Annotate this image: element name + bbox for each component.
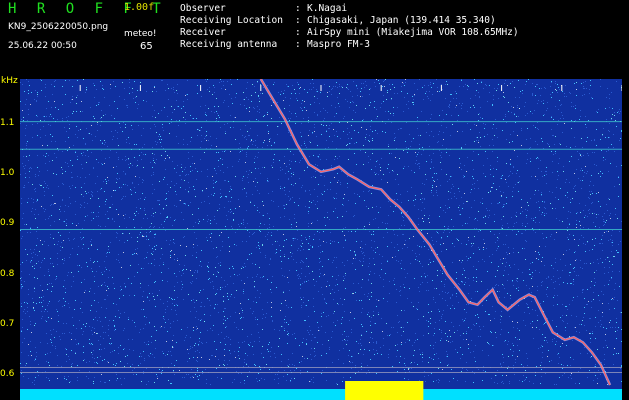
y-tick-label: 0.9 (0, 218, 15, 229)
app-version: 1.00f (124, 2, 155, 13)
file-name: KN9_2506220050.png (8, 22, 109, 32)
info-row-antenna: Receiving antenna: Maspro FM-3 (180, 39, 519, 51)
info-value: Maspro FM-3 (307, 39, 370, 50)
info-row-receiver: Receiver: AirSpy mini (Miakejima VOR 108.… (180, 27, 519, 39)
info-key: Receiving antenna (180, 39, 278, 50)
info-value: AirSpy mini (Miakejima VOR 108.65MHz) (307, 27, 519, 38)
bottom-bar-highlight (345, 381, 424, 400)
meteo-label: meteo! (124, 29, 157, 39)
info-row-location: Receiving Location: Chigasaki, Japan (139… (180, 15, 519, 27)
info-colon: : (295, 3, 301, 14)
info-value: Chigasaki, Japan (139.414 35.340) (307, 15, 496, 26)
info-key: Receiving Location (180, 15, 283, 26)
meteor-count: 65 (140, 41, 153, 52)
y-tick-label: 1.0 (0, 168, 15, 179)
header-panel: H R O F F T 1.00f KN9_2506220050.png met… (0, 0, 629, 76)
info-colon: : (295, 27, 301, 38)
info-key: Receiver (180, 27, 226, 38)
spectrogram (20, 79, 622, 400)
y-axis-unit: kHz (1, 76, 18, 86)
info-row-observer: Observer: K.Nagai (180, 3, 519, 15)
plot-background (20, 79, 622, 400)
info-key: Observer (180, 3, 226, 14)
station-info: Observer: K.Nagai Receiving Location: Chig… (180, 3, 519, 51)
datetime-stamp: 25.06.22 00:50 (8, 41, 77, 51)
info-colon: : (295, 15, 301, 26)
y-tick-label: 0.8 (0, 268, 15, 279)
spectrogram-svg (20, 79, 622, 400)
y-tick-label: 1.1 (0, 118, 15, 129)
y-tick-label: 0.6 (0, 368, 15, 379)
info-value: K.Nagai (307, 3, 348, 14)
y-tick-label: 0.7 (0, 318, 15, 329)
info-colon: : (295, 39, 301, 50)
bottom-bar (20, 389, 622, 400)
